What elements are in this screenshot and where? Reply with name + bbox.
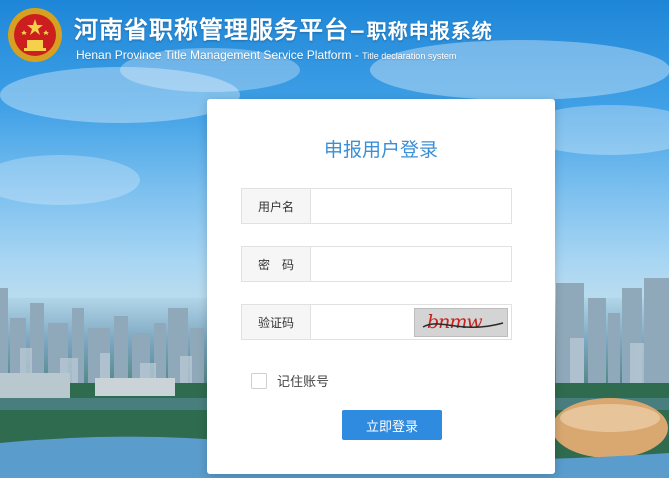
platform-title-english: Henan Province Title Management Service … [76,48,456,62]
captcha-noise-line [422,322,504,329]
login-title: 申报用户登录 [323,139,438,161]
remember-checkbox[interactable] [251,372,267,389]
captcha-field: 验证码 bnmw [241,304,512,340]
password-label: 密 码 [242,247,311,281]
platform-title: 河南省职称管理服务平台−职称申报系统 [74,10,493,45]
username-label: 用户名 [242,189,311,223]
captcha-label: 验证码 [242,305,311,339]
captcha-image[interactable]: bnmw [414,308,508,337]
username-input[interactable] [311,189,511,223]
password-field: 密 码 [241,246,512,282]
platform-title-english-sub: Title declaration system [362,51,457,61]
platform-title-main: 河南省职称管理服务平台 [74,16,349,44]
remember-account[interactable]: 记住账号 [251,371,329,390]
platform-title-english-main: Henan Province Title Management Service … [76,48,363,62]
password-input[interactable] [311,247,511,281]
remember-label: 记住账号 [277,375,330,390]
login-card: 申报用户登录 用户名 密 码 验证码 bnmw 记住账号 立即登录 [207,99,555,474]
platform-title-sub: −职称申报系统 [349,19,493,43]
login-page: 河南省职称管理服务平台−职称申报系统 Henan Province Title … [0,0,669,478]
username-field: 用户名 [241,188,512,224]
login-button[interactable]: 立即登录 [342,410,442,440]
national-emblem-icon [8,8,62,62]
